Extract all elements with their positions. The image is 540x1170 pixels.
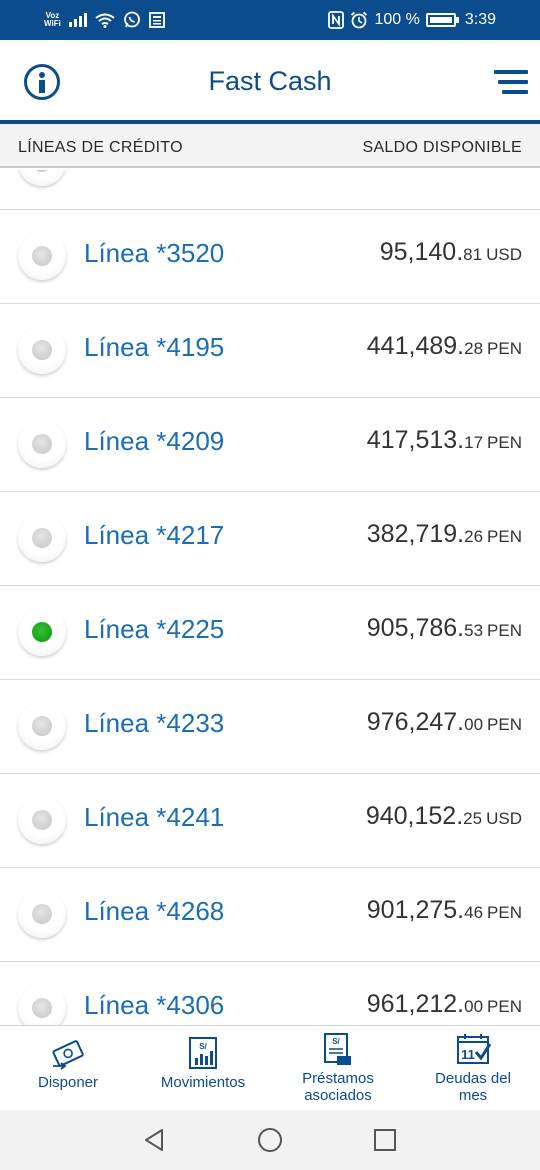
system-navigation-bar	[0, 1110, 540, 1170]
battery-icon	[425, 13, 456, 27]
line-label[interactable]: Línea *4195	[84, 332, 224, 363]
radio-button[interactable]	[18, 170, 66, 186]
available-balance: 901,275.46 PEN	[366, 896, 522, 924]
battery-percent: 100 %	[374, 11, 420, 28]
line-label[interactable]: Línea *4241	[84, 802, 224, 833]
nav-deudas-label-1[interactable]: Deudas del	[420, 1070, 526, 1087]
list-item[interactable]: Línea *4209 417,513.17 PEN	[0, 398, 540, 492]
available-balance: 382,719.26 PEN	[366, 520, 522, 548]
credit-lines-list[interactable]: Línea *3520 95,140.81 USD Línea *4195 441…	[0, 170, 540, 1025]
home-icon[interactable]	[257, 1127, 283, 1153]
svg-text:S/: S/	[199, 1042, 207, 1051]
line-label[interactable]: Línea *4268	[84, 896, 224, 927]
radio-button[interactable]	[18, 796, 66, 844]
line-label[interactable]: Línea *4209	[84, 426, 224, 457]
nav-movimientos[interactable]: S/ Movimientos	[150, 1036, 256, 1091]
radio-button[interactable]	[18, 890, 66, 938]
hamburger-menu-icon[interactable]	[494, 70, 528, 94]
list-item-partial[interactable]	[0, 170, 540, 210]
line-label[interactable]: Línea *3520	[84, 238, 224, 269]
voz-wifi-indicator: Voz WiFi	[44, 11, 61, 28]
nav-deudas-label-2[interactable]: mes	[420, 1087, 526, 1104]
nav-prestamos-label-2[interactable]: asociados	[288, 1087, 388, 1104]
bottom-navigation: Disponer S/ Movimientos S/ Préstamos aso…	[0, 1025, 540, 1110]
available-balance: 95,140.81 USD	[379, 238, 522, 266]
line-label[interactable]: Línea *4233	[84, 708, 224, 739]
loan-document-icon: S/	[321, 1032, 355, 1066]
nav-movimientos-label[interactable]: Movimientos	[150, 1074, 256, 1091]
line-label[interactable]: Línea *4306	[84, 990, 224, 1021]
radio-button[interactable]	[18, 326, 66, 374]
list-item[interactable]: Línea *4268 901,275.46 PEN	[0, 868, 540, 962]
whatsapp-icon	[123, 11, 140, 28]
available-balance: 417,513.17 PEN	[366, 426, 522, 454]
page-title: Fast Cash	[208, 66, 332, 96]
nfc-icon	[328, 11, 345, 29]
news-icon	[148, 12, 165, 28]
back-icon[interactable]	[142, 1128, 166, 1152]
radio-button[interactable]	[18, 702, 66, 750]
app-header: Fast Cash	[0, 40, 540, 120]
available-balance: 940,152.25 USD	[365, 802, 522, 830]
wifi-icon	[95, 13, 115, 28]
status-bar: Voz WiFi 100 % 3:39	[0, 0, 540, 40]
list-item[interactable]: Línea *3520 95,140.81 USD	[0, 210, 540, 304]
svg-text:S/: S/	[332, 1037, 340, 1046]
available-balance: 976,247.00 PEN	[366, 708, 522, 736]
list-item[interactable]: Línea *4306 961,212.00 PEN	[0, 962, 540, 1025]
column-available-balance: SALDO DISPONIBLE	[362, 139, 522, 156]
list-item-selected[interactable]: Línea *4225 905,786.53 PEN	[0, 586, 540, 680]
line-label[interactable]: Línea *4225	[84, 614, 224, 645]
cash-transfer-icon	[51, 1036, 85, 1070]
alarm-icon	[351, 11, 368, 29]
column-headings: LÍNEAS DE CRÉDITO SALDO DISPONIBLE	[0, 124, 540, 168]
list-item[interactable]: Línea *4241 940,152.25 USD	[0, 774, 540, 868]
nav-disponer-label[interactable]: Disponer	[22, 1074, 114, 1091]
signal-icon	[68, 13, 87, 27]
list-item[interactable]: Línea *4195 441,489.28 PEN	[0, 304, 540, 398]
list-item[interactable]: Línea *4217 382,719.26 PEN	[0, 492, 540, 586]
statement-chart-icon: S/	[186, 1036, 220, 1070]
radio-button[interactable]	[18, 420, 66, 468]
line-label[interactable]: Línea *4217	[84, 520, 224, 551]
calendar-check-icon: 11	[456, 1032, 492, 1066]
column-credit-lines: LÍNEAS DE CRÉDITO	[18, 139, 183, 156]
nav-prestamos-asociados[interactable]: S/ Préstamos asociados	[288, 1032, 388, 1104]
available-balance: 905,786.53 PEN	[366, 614, 522, 642]
clock: 3:39	[464, 11, 496, 28]
radio-button-selected[interactable]	[18, 608, 66, 656]
list-item[interactable]: Línea *4233 976,247.00 PEN	[0, 680, 540, 774]
nav-deudas-del-mes[interactable]: 11 Deudas del mes	[420, 1032, 526, 1104]
available-balance: 441,489.28 PEN	[366, 332, 522, 360]
recent-apps-icon[interactable]	[373, 1128, 397, 1152]
nav-disponer[interactable]: Disponer	[22, 1036, 114, 1091]
available-balance: 961,212.00 PEN	[366, 990, 522, 1018]
nav-prestamos-label-1[interactable]: Préstamos	[288, 1070, 388, 1087]
radio-button[interactable]	[18, 514, 66, 562]
svg-text:11: 11	[461, 1047, 475, 1062]
radio-button[interactable]	[18, 232, 66, 280]
radio-button[interactable]	[18, 984, 66, 1025]
